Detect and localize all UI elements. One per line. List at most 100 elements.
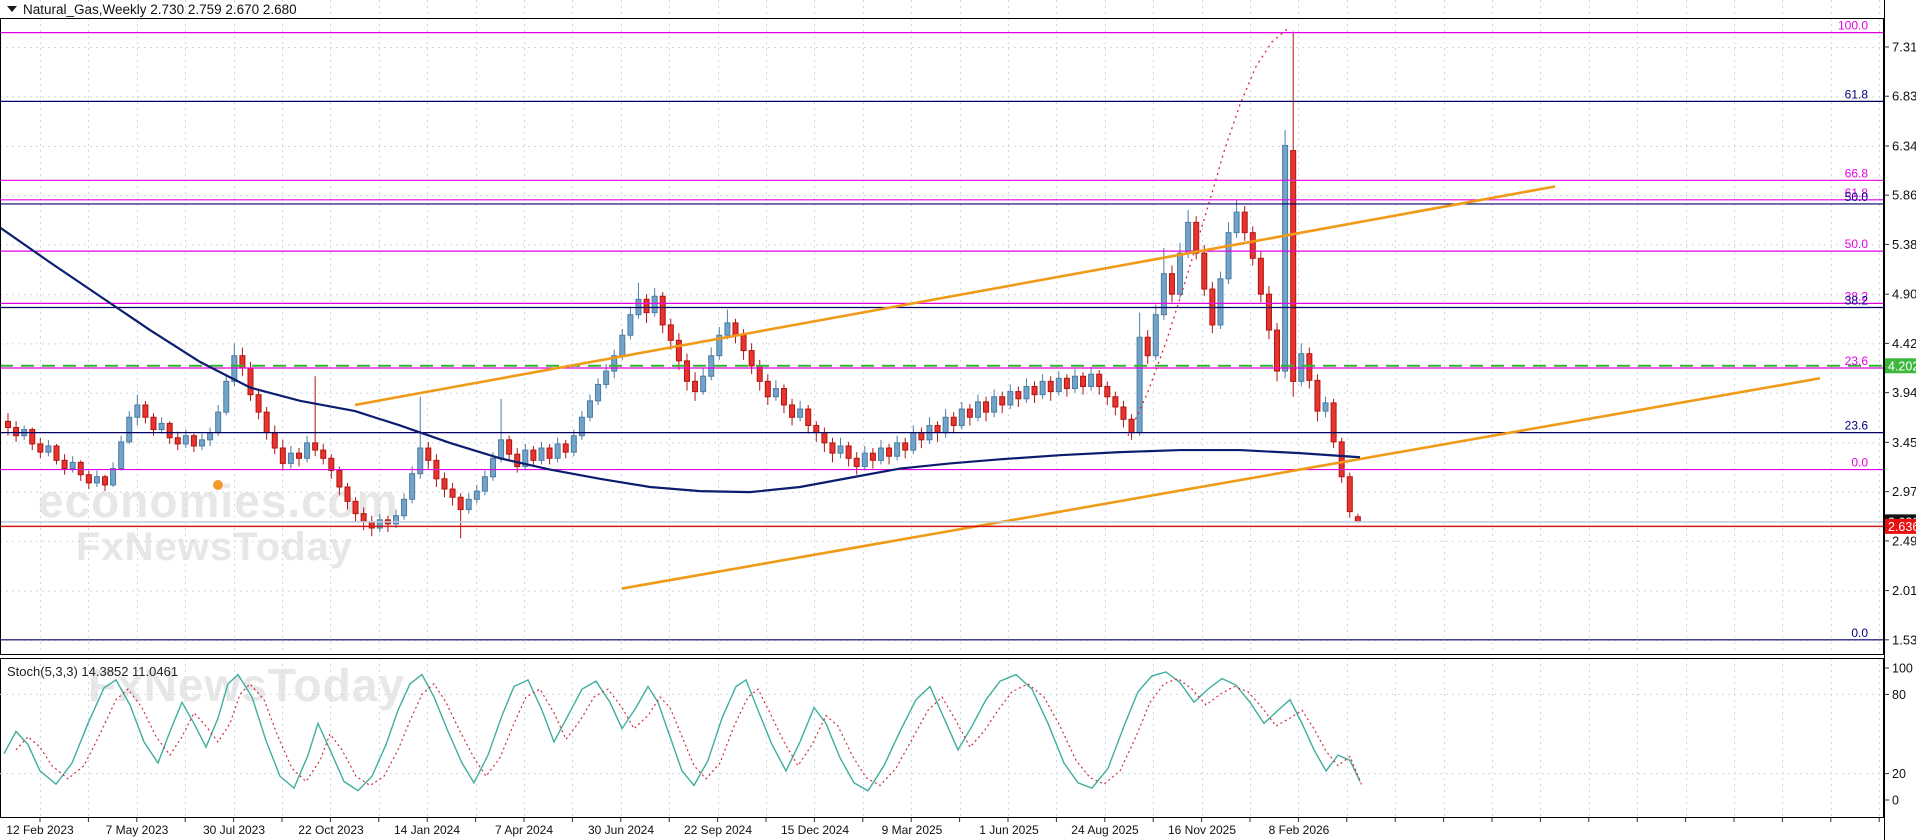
chart-canvas[interactable]: economies.com FxNewsToday FxNewsToday 10… — [0, 0, 1916, 840]
fib-label: 0.0 — [1851, 456, 1868, 470]
candle — [1226, 222, 1231, 284]
candle — [919, 428, 924, 449]
candle — [507, 436, 512, 461]
price-scale[interactable]: 7.3106.8306.3455.8655.3854.9004.4203.940… — [1884, 40, 1916, 648]
fib-label: 38.2 — [1845, 294, 1869, 308]
candle — [224, 374, 229, 415]
candle — [272, 425, 277, 454]
fib-label: 0.0 — [1851, 626, 1868, 640]
chart-title: Natural_Gas,Weekly 2.730 2.759 2.670 2.6… — [23, 2, 297, 17]
candle — [1056, 371, 1061, 396]
candle — [143, 401, 148, 424]
price-tick-label: 5.385 — [1892, 237, 1916, 252]
candle — [1032, 381, 1037, 403]
date-label: 14 Jan 2024 — [394, 823, 460, 837]
candle — [1242, 206, 1247, 241]
date-label: 30 Jun 2024 — [588, 823, 654, 837]
candle — [1250, 226, 1255, 265]
fib-label: 66.8 — [1845, 166, 1869, 180]
price-tick-label: 4.900 — [1892, 287, 1916, 302]
watermark-dot-icon — [213, 480, 223, 490]
candle — [984, 397, 989, 422]
date-label: 30 Jul 2023 — [203, 823, 265, 837]
candle — [1097, 370, 1102, 395]
candle — [806, 405, 811, 434]
candle — [127, 411, 132, 444]
candle — [1323, 397, 1328, 418]
price-tick-label: 4.420 — [1892, 336, 1916, 351]
candle — [434, 454, 439, 487]
price-tick-label: 7.310 — [1892, 40, 1916, 55]
candle — [773, 380, 778, 401]
date-label: 22 Oct 2023 — [298, 823, 364, 837]
fib-label: 23.6 — [1845, 419, 1869, 433]
candle — [539, 442, 544, 465]
candle — [943, 409, 948, 438]
candle — [1072, 369, 1077, 393]
date-label: 1 Jun 2025 — [979, 823, 1039, 837]
stoch-scale-label: 80 — [1892, 688, 1906, 702]
candle — [781, 384, 786, 413]
date-axis[interactable]: 12 Feb 20237 May 202330 Jul 202322 Oct 2… — [6, 818, 1879, 837]
candle — [256, 389, 261, 420]
date-label: 7 Apr 2024 — [495, 823, 553, 837]
candle — [402, 493, 407, 520]
trading-chart-window: economies.com FxNewsToday FxNewsToday 10… — [0, 0, 1916, 840]
candle — [38, 438, 43, 459]
candle — [967, 404, 972, 426]
candle — [442, 473, 447, 498]
candle — [410, 466, 415, 503]
stoch-scale-label: 0 — [1892, 794, 1899, 808]
candle — [895, 436, 900, 461]
price-tick-label: 6.345 — [1892, 138, 1916, 153]
stoch-indicator-label: Stoch(5,3,3) 14.3852 11.0461 — [7, 664, 178, 679]
candle — [1040, 374, 1045, 399]
candle — [426, 442, 431, 469]
candle — [1153, 304, 1158, 359]
candle — [474, 485, 479, 503]
fib-label: 50.0 — [1845, 237, 1869, 251]
candle — [1347, 473, 1352, 518]
candle — [1129, 414, 1134, 440]
price-tick-label: 2.010 — [1892, 583, 1916, 598]
date-label: 12 Feb 2023 — [6, 823, 74, 837]
candle — [660, 292, 665, 333]
candle — [547, 444, 552, 465]
candle — [1283, 130, 1288, 378]
candle — [54, 444, 59, 465]
candle — [927, 417, 932, 444]
candle — [636, 283, 641, 319]
candle — [733, 319, 738, 344]
candle — [684, 354, 689, 391]
candle — [264, 407, 269, 440]
candle — [14, 421, 19, 442]
candle — [1291, 32, 1296, 397]
candle — [216, 405, 221, 436]
fib-labels-layer: 100.066.861.850.038.223.60.061.850.038.2… — [1838, 19, 1868, 640]
candle — [1275, 323, 1280, 381]
candles-layer — [6, 32, 1361, 539]
fib-label: 23.6 — [1845, 354, 1869, 368]
trendline-channel-upper[interactable] — [355, 186, 1555, 404]
candle — [240, 348, 245, 377]
candle — [175, 432, 180, 450]
date-label: 15 Dec 2024 — [781, 823, 849, 837]
candle — [668, 319, 673, 350]
candle — [911, 425, 916, 454]
candle — [1113, 392, 1118, 416]
watermark-fxnewstoday: FxNewsToday — [76, 525, 353, 569]
candle — [822, 428, 827, 453]
candle — [563, 440, 568, 458]
candle — [450, 483, 455, 506]
candle — [959, 402, 964, 430]
symbol-dropdown-icon[interactable] — [7, 6, 17, 12]
candle — [288, 446, 293, 469]
projection-dotted-line[interactable] — [1128, 29, 1288, 436]
date-label: 9 Mar 2025 — [882, 823, 943, 837]
price-tick-label: 3.455 — [1892, 435, 1916, 450]
candle — [935, 421, 940, 442]
price-tick-label: 2.975 — [1892, 484, 1916, 499]
candle — [951, 412, 956, 434]
date-label: 22 Sep 2024 — [684, 823, 752, 837]
candle — [1169, 265, 1174, 302]
